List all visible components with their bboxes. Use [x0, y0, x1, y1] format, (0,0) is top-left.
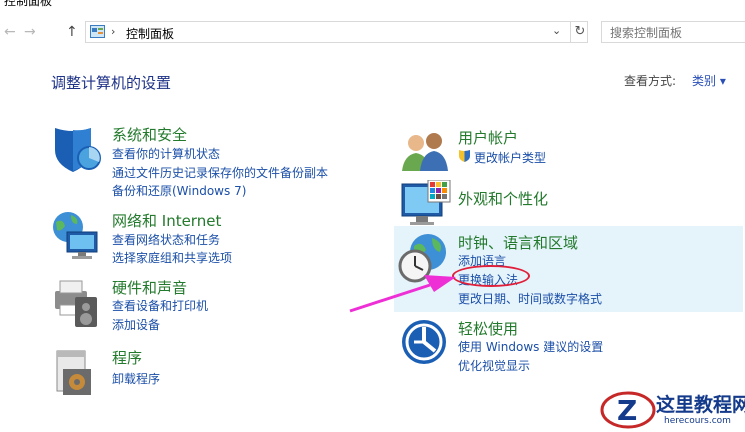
link-network-status[interactable]: 查看网络状态和任务: [112, 231, 220, 248]
link-add-device[interactable]: 添加设备: [112, 316, 160, 333]
appearance-monitor-icon: [401, 180, 451, 225]
clock-globe-icon: [398, 234, 446, 283]
address-box[interactable]: › 控制面板 ⌄ ↻: [85, 21, 588, 43]
up-button[interactable]: ↑: [66, 24, 78, 40]
watermark-url: herecours.com: [664, 416, 731, 426]
search-input[interactable]: [608, 23, 745, 43]
category-title[interactable]: 硬件和声音: [112, 277, 187, 298]
svg-text:Z: Z: [617, 394, 637, 427]
uac-shield-icon: [459, 150, 470, 162]
category-title[interactable]: 轻松使用: [458, 318, 518, 339]
network-globe-icon: [53, 212, 98, 259]
search-box[interactable]: [601, 21, 745, 43]
view-by-label: 查看方式:: [624, 74, 677, 88]
link-file-history[interactable]: 通过文件历史记录保存你的文件备份副本: [112, 164, 328, 181]
link-recommended-settings[interactable]: 使用 Windows 建议的设置: [458, 338, 603, 355]
view-by-dropdown[interactable]: 类别 ▾: [692, 72, 726, 89]
link-change-date-time-format[interactable]: 更改日期、时间或数字格式: [458, 290, 602, 307]
title-bar: 控制面板: [0, 0, 745, 8]
link-change-account-type[interactable]: 更改帐户类型: [474, 149, 546, 166]
users-icon: [402, 133, 448, 171]
annotation-ellipse: [452, 265, 530, 287]
category-title[interactable]: 系统和安全: [112, 124, 187, 145]
link-uninstall-program[interactable]: 卸载程序: [112, 370, 160, 387]
link-backup-restore[interactable]: 备份和还原(Windows 7): [112, 182, 246, 199]
ease-of-access-icon: [402, 320, 446, 364]
breadcrumb-item[interactable]: 控制面板: [126, 25, 174, 42]
category-title[interactable]: 外观和个性化: [458, 188, 548, 209]
category-title[interactable]: 程序: [112, 347, 142, 368]
refresh-button[interactable]: ↻: [570, 22, 589, 42]
page-title: 调整计算机的设置: [51, 74, 172, 92]
chevron-down-icon[interactable]: ⌄: [552, 24, 561, 37]
category-title[interactable]: 用户帐户: [458, 127, 518, 148]
watermark-text: 这里教程网: [656, 394, 745, 416]
category-title[interactable]: 网络和 Internet: [112, 210, 221, 231]
link-homegroup[interactable]: 选择家庭组和共享选项: [112, 249, 232, 266]
programs-icon: [56, 350, 91, 395]
window-title: 控制面板: [4, 0, 53, 8]
control-panel-icon: [90, 25, 105, 38]
link-devices-printers[interactable]: 查看设备和打印机: [112, 297, 208, 314]
back-button[interactable]: ←: [4, 24, 16, 40]
link-view-computer-status[interactable]: 查看你的计算机状态: [112, 145, 220, 162]
breadcrumb-separator-icon: ›: [111, 25, 116, 38]
navigation-bar: ← → ↑ › 控制面板 ⌄ ↻: [0, 20, 745, 46]
shield-icon: [55, 128, 101, 172]
category-title[interactable]: 时钟、语言和区域: [458, 232, 578, 253]
printer-speaker-icon: [55, 280, 97, 327]
forward-button[interactable]: →: [24, 24, 36, 40]
link-optimize-display[interactable]: 优化视觉显示: [458, 357, 530, 374]
